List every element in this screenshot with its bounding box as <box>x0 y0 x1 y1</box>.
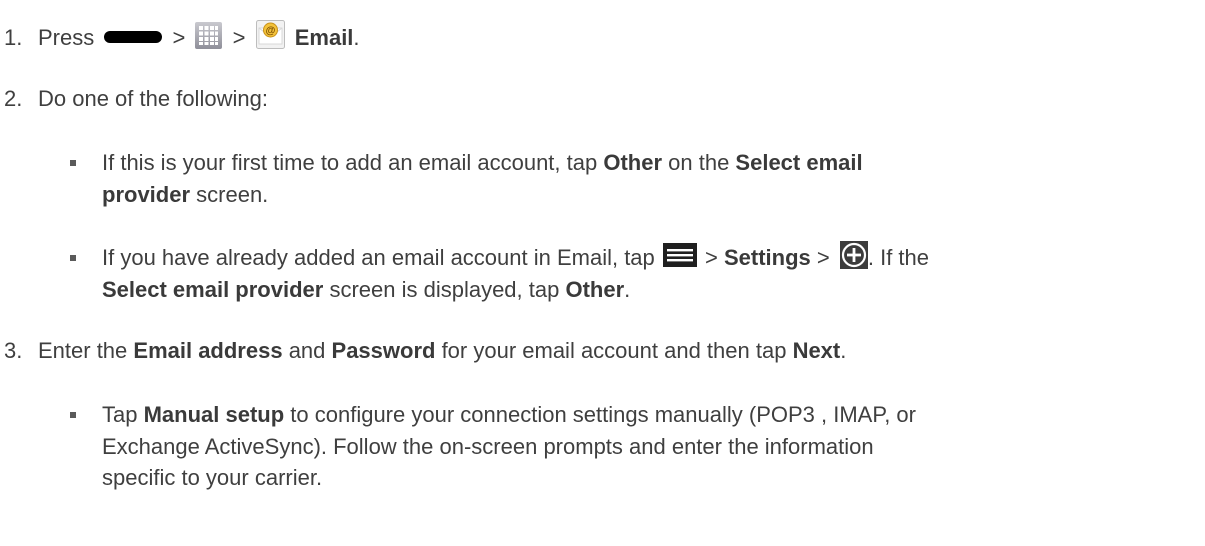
bullet-text: Tap <box>102 402 144 427</box>
bullet-text: screen. <box>190 182 269 207</box>
apps-grid-icon <box>195 21 223 49</box>
separator: > <box>232 25 246 50</box>
svg-text:@: @ <box>265 25 275 36</box>
period: . <box>624 277 631 302</box>
select-email-label: Select email <box>735 150 863 175</box>
bullet-text: screen is displayed, tap <box>323 277 566 302</box>
press-text: Press <box>38 25 95 50</box>
step-1-number: 1. <box>4 25 23 50</box>
step-text: and <box>282 338 332 363</box>
next-label: Next <box>792 338 841 363</box>
step-text: for your email account and then tap <box>435 338 793 363</box>
bullet-marker <box>70 255 76 261</box>
separator: > <box>172 25 186 50</box>
step-text: Enter the <box>38 338 134 363</box>
step-2-number: 2. <box>4 86 23 111</box>
add-circle-icon <box>839 241 868 270</box>
step-3-text: Enter the Email address and Password for… <box>38 336 846 366</box>
period: . <box>840 338 847 363</box>
step-2-text: Do one of the following: <box>38 86 268 111</box>
other-label: Other <box>603 150 663 175</box>
email-address-label: Email address <box>133 338 283 363</box>
step-2-bullet-2-line-1: If you have already added an email accou… <box>102 241 930 273</box>
select-email-provider-label: Select email provider <box>102 277 324 302</box>
bullet-text: If you have already added an email accou… <box>102 245 661 270</box>
step-3-bullet-line-1: Tap Manual setup to configure your conne… <box>102 400 916 430</box>
home-key-icon <box>104 31 163 44</box>
step-3-bullet-line-3: specific to your carrier. <box>102 465 323 490</box>
email-app-icon: @ <box>255 19 285 49</box>
period: . <box>353 25 360 50</box>
step-3-number: 3. <box>4 338 23 363</box>
instruction-document: 1. Press > > @ Email. 2. Do one of the f… <box>0 0 1205 546</box>
step-3-bullet-line-2: Exchange ActiveSync). Follow the on-scre… <box>102 434 874 459</box>
bullet-marker <box>70 160 76 166</box>
menu-icon <box>662 243 697 268</box>
separator: > <box>698 245 724 270</box>
email-app-label: Email <box>294 25 354 50</box>
step-1-text: Press > > @ Email. <box>38 19 360 54</box>
manual-setup-label: Manual setup <box>143 402 285 427</box>
bullet-marker <box>70 412 76 418</box>
other-label: Other <box>565 277 625 302</box>
step-2-bullet-1-line-2: provider screen. <box>102 180 268 210</box>
bullet-text: If this is your first time to add an ema… <box>102 150 604 175</box>
bullet-text: to configure your connection settings ma… <box>284 402 916 427</box>
bullet-text: . If the <box>867 245 930 270</box>
separator: > <box>810 245 836 270</box>
password-label: Password <box>331 338 436 363</box>
settings-label: Settings <box>723 245 811 270</box>
bullet-text: on the <box>662 150 736 175</box>
step-2-bullet-1-line-1: If this is your first time to add an ema… <box>102 148 863 178</box>
step-2-bullet-2-line-2: Select email provider screen is displaye… <box>102 275 630 305</box>
provider-label: provider <box>102 182 191 207</box>
